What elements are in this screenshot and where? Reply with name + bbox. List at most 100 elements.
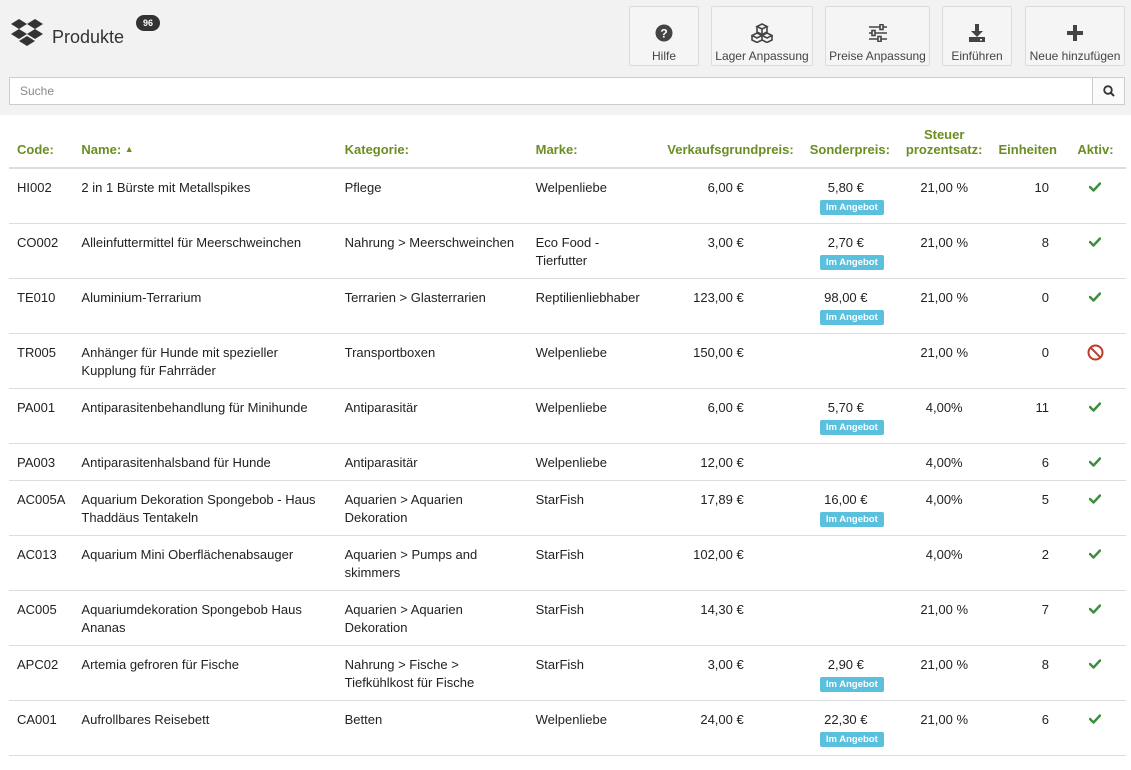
cell-name[interactable]: Antiparasitenbehandlung für Minihunde <box>73 388 337 444</box>
cell-category: Antiparasitär <box>336 388 528 444</box>
cell-active[interactable] <box>1064 443 1126 481</box>
active-check-icon <box>1089 237 1102 247</box>
cell-name[interactable]: Aquariumdekoration Spongebob Haus Ananas <box>73 590 337 646</box>
cell-active[interactable] <box>1064 535 1126 591</box>
add-new-button[interactable]: Neue hinzufügen <box>1025 6 1125 66</box>
table-row[interactable]: APC02 Artemia gefroren für Fische Nahrung … <box>9 645 1126 701</box>
cell-base-price: 150,00 € <box>659 333 802 389</box>
search-icon <box>1102 85 1115 97</box>
cell-name[interactable]: 2 in 1 Bürste mit Metallspikes <box>73 168 337 224</box>
cell-active[interactable] <box>1064 590 1126 646</box>
help-button[interactable]: ? Hilfe <box>629 6 699 66</box>
cell-tax: 21,00 % <box>897 278 991 334</box>
cell-special-price: 5,80 € Im Angebot <box>801 168 898 224</box>
search-button[interactable] <box>1092 78 1124 104</box>
special-price-value: 22,30 € <box>824 712 868 727</box>
cell-base-price: 24,00 € <box>659 700 802 756</box>
on-offer-badge: Im Angebot <box>819 420 884 435</box>
table-row[interactable]: TR005 Anhänger für Hunde mit spezieller K… <box>9 333 1126 389</box>
table-row[interactable]: PA001 Antiparasitenbehandlung für Minihun… <box>9 388 1126 444</box>
on-offer-badge: Im Angebot <box>819 310 884 325</box>
cell-tax: 21,00 % <box>897 700 991 756</box>
cell-special-price: 2,90 € Im Angebot <box>801 645 898 701</box>
cell-base-price: 6,00 € <box>659 388 802 444</box>
cell-units: 6 <box>990 443 1065 481</box>
cell-active[interactable] <box>1064 223 1126 279</box>
cell-tax: 21,00 % <box>897 590 991 646</box>
cell-code: AC005 <box>9 590 74 646</box>
cell-name[interactable]: Aluminium-Terrarium <box>73 278 337 334</box>
cell-code: APC02 <box>9 645 74 701</box>
table-row[interactable]: CA001 Aufrollbares Reisebett Betten Welpenl… <box>9 700 1126 756</box>
column-header-brand[interactable]: Marke: <box>527 127 660 169</box>
cell-code: AC005A <box>9 480 74 536</box>
search-input[interactable] <box>10 78 1094 104</box>
table-row[interactable]: TE010 Aluminium-Terrarium Terrarien > Glas… <box>9 278 1126 334</box>
cell-brand: StarFish <box>527 480 660 536</box>
inactive-ban-icon <box>1087 344 1104 361</box>
cell-tax: 4,00% <box>897 480 991 536</box>
cell-active[interactable] <box>1064 168 1126 224</box>
cell-special-price <box>801 590 898 646</box>
download-icon <box>968 23 986 43</box>
cell-name[interactable]: Aufrollbares Reisebett <box>73 700 337 756</box>
cell-active[interactable] <box>1064 700 1126 756</box>
cell-special-price: 2,70 € Im Angebot <box>801 223 898 279</box>
table-row[interactable]: PA003 Antiparasitenhalsband für Hunde Anti… <box>9 443 1126 481</box>
cell-category: Aquarien > Aquarien Dekoration <box>336 590 528 646</box>
price-adjust-button[interactable]: Preise Anpassung <box>825 6 930 66</box>
column-header-base-price[interactable]: Verkaufsgrundpreis: <box>659 127 802 169</box>
cell-active[interactable] <box>1064 333 1126 389</box>
cell-category: Nahrung > Fische > Tiefkühlkost für Fisc… <box>336 645 528 701</box>
column-header-code[interactable]: Code: <box>9 127 74 169</box>
cell-name[interactable]: Aquarium Mini Oberflächenabsauger <box>73 535 337 591</box>
column-header-active[interactable]: Aktiv: <box>1064 127 1126 169</box>
cell-special-price: 5,70 € Im Angebot <box>801 388 898 444</box>
cell-name[interactable]: Alleinfuttermittel für Meerschweinchen <box>73 223 337 279</box>
cell-name[interactable]: Aquarium Dekoration Spongebob - Haus Tha… <box>73 480 337 536</box>
import-button[interactable]: Einführen <box>942 6 1012 66</box>
cell-units: 0 <box>990 278 1065 334</box>
help-button-label: Hilfe <box>651 49 676 63</box>
active-check-icon <box>1089 182 1102 192</box>
column-header-category[interactable]: Kategorie: <box>336 127 528 169</box>
cell-name[interactable]: Antiparasitenhalsband für Hunde <box>73 443 337 481</box>
cell-base-price: 123,00 € <box>659 278 802 334</box>
column-header-tax[interactable]: Steuer prozentsatz: <box>897 127 991 169</box>
cell-category: Terrarien > Glasterrarien <box>336 278 528 334</box>
cell-code: TR005 <box>9 333 74 389</box>
cell-active[interactable] <box>1064 278 1126 334</box>
cell-special-price <box>801 333 898 389</box>
cell-brand: Welpenliebe <box>527 700 660 756</box>
cell-base-price: 17,89 € <box>659 480 802 536</box>
cell-active[interactable] <box>1064 480 1126 536</box>
cell-base-price: 3,00 € <box>659 223 802 279</box>
table-row[interactable]: HI002 2 in 1 Bürste mit Metallspikes Pfleg… <box>9 168 1126 224</box>
column-header-units[interactable]: Einheiten <box>990 127 1065 169</box>
cell-name[interactable]: Artemia gefroren für Fische <box>73 645 337 701</box>
table-row[interactable]: AC005A Aquarium Dekoration Spongebob - Ha… <box>9 480 1126 536</box>
cell-code: CA001 <box>9 700 74 756</box>
special-price-value: 5,80 € <box>827 180 864 195</box>
cell-code: PA003 <box>9 443 74 481</box>
cell-active[interactable] <box>1064 645 1126 701</box>
svg-text:?: ? <box>660 27 667 41</box>
product-count-badge: 96 <box>136 15 161 31</box>
active-check-icon <box>1089 402 1102 412</box>
active-check-icon <box>1089 292 1102 302</box>
cell-units: 6 <box>990 700 1065 756</box>
on-offer-badge: Im Angebot <box>819 732 884 747</box>
cell-units: 11 <box>990 388 1065 444</box>
column-header-special-price[interactable]: Sonderpreis: <box>801 127 898 169</box>
cell-brand: Eco Food - Tierfutter <box>527 223 660 279</box>
cell-brand: Welpenliebe <box>527 333 660 389</box>
stock-adjust-button[interactable]: Lager Anpassung <box>711 6 813 66</box>
cell-active[interactable] <box>1064 388 1126 444</box>
cell-code: PA001 <box>9 388 74 444</box>
cell-name[interactable]: Anhänger für Hunde mit spezieller Kupplu… <box>73 333 337 389</box>
table-row[interactable]: AC013 Aquarium Mini Oberflächenabsauger Aq… <box>9 535 1126 591</box>
table-row[interactable]: AC005 Aquariumdekoration Spongebob Haus A… <box>9 590 1126 646</box>
special-price-value: 5,70 € <box>827 400 864 415</box>
column-header-name[interactable]: Name: ▲ <box>73 127 337 169</box>
table-row[interactable]: CO002 Alleinfuttermittel für Meerschweinc… <box>9 223 1126 279</box>
